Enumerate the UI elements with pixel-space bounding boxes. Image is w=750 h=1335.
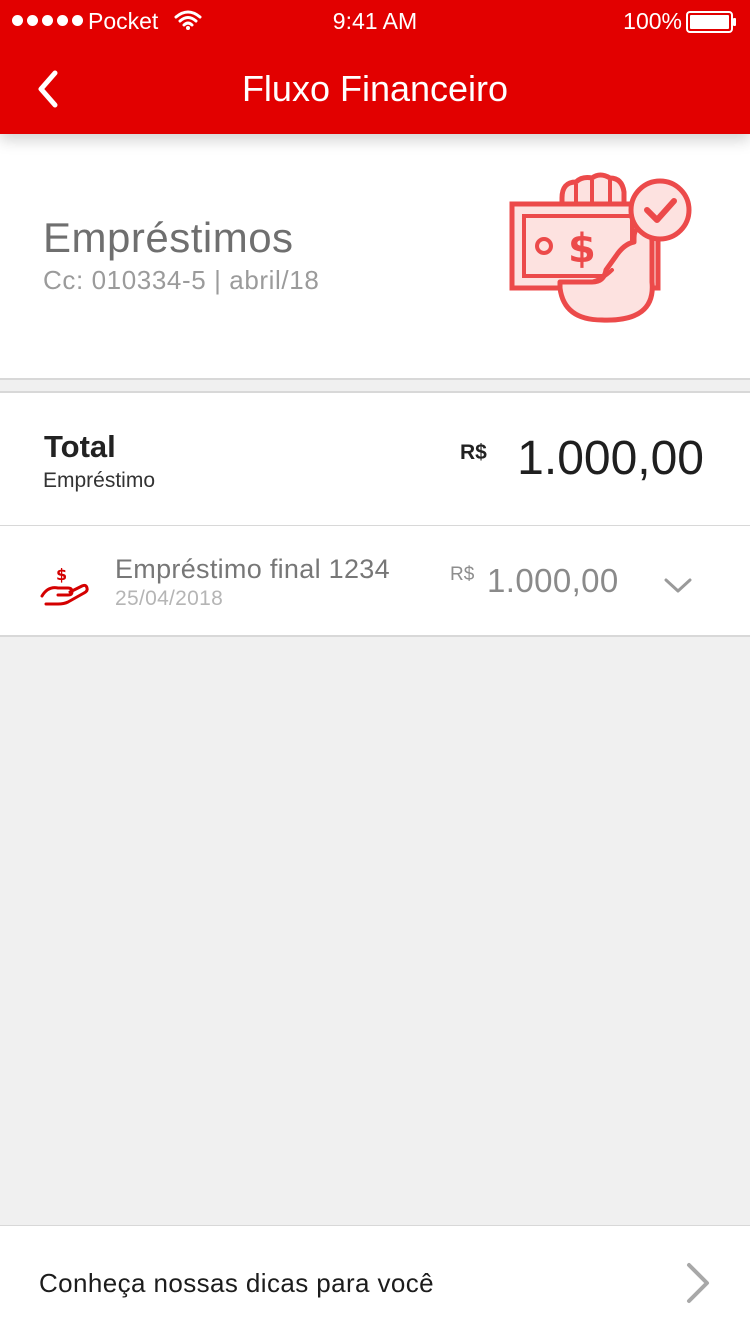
total-summary: Total Empréstimo R$ 1.000,00: [0, 391, 750, 527]
svg-text:$: $: [56, 565, 67, 584]
app-header: Pocket 9:41 AM 100% Fluxo Financeiro: [0, 0, 750, 134]
chevron-down-icon[interactable]: [664, 577, 692, 595]
tips-label: Conheça nossas dicas para você: [39, 1268, 435, 1298]
page-title: Fluxo Financeiro: [241, 68, 509, 109]
battery-icon: [686, 11, 736, 33]
total-currency: R$: [460, 441, 487, 464]
battery-percentage: 100%: [623, 8, 682, 34]
total-label: Total: [44, 429, 116, 464]
loan-amount: 1.000,00: [487, 562, 619, 599]
account-summary-card: Empréstimos Cc: 010334-5 | abril/18 $: [0, 134, 750, 380]
money-hand-check-icon: $: [509, 172, 692, 323]
account-title: Empréstimos: [43, 214, 294, 261]
tips-link[interactable]: Conheça nossas dicas para você: [0, 1225, 750, 1335]
loan-name: Empréstimo final 1234: [115, 554, 390, 584]
account-subtitle: Cc: 010334-5 | abril/18: [43, 265, 320, 295]
total-amount: 1.000,00: [517, 432, 704, 485]
svg-text:$: $: [568, 226, 596, 272]
loan-list-item[interactable]: $ Empréstimo final 1234 25/04/2018 R$ 1.…: [0, 526, 750, 637]
loan-currency: R$: [450, 564, 475, 585]
chevron-right-icon: [687, 1263, 709, 1303]
hand-dollar-icon: $: [40, 565, 89, 606]
total-sublabel: Empréstimo: [43, 469, 156, 492]
loan-date: 25/04/2018: [115, 587, 224, 610]
status-bar: Pocket 9:41 AM 100%: [0, 0, 750, 40]
